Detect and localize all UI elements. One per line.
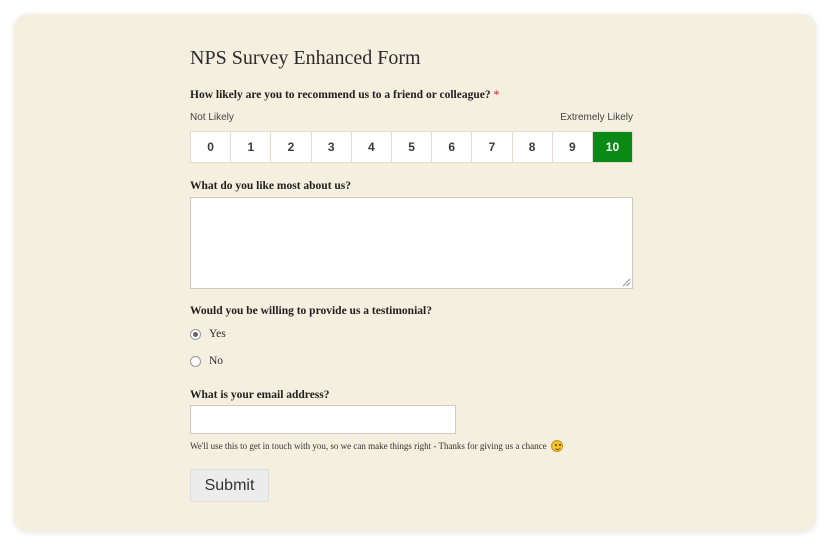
email-field[interactable] [190,405,456,434]
email-label: What is your email address? [190,389,330,401]
nps-option-8[interactable]: 8 [512,132,553,162]
nps-option-6[interactable]: 6 [432,132,473,162]
email-hint: We'll use this to get in touch with you,… [190,440,563,452]
nps-option-5[interactable]: 5 [391,132,433,162]
form-title: NPS Survey Enhanced Form [190,47,421,69]
resize-grip-icon[interactable] [623,279,630,286]
nps-option-1[interactable]: 1 [231,132,272,162]
testimonial-option-no[interactable]: No [190,355,223,367]
email-hint-text: We'll use this to get in touch with you,… [190,441,547,451]
radio-yes[interactable] [190,328,201,340]
form-card: NPS Survey Enhanced Form How likely are … [14,14,816,532]
nps-option-2[interactable]: 2 [271,132,312,162]
testimonial-label: Would you be willing to provide us a tes… [190,305,432,317]
nps-option-7[interactable]: 7 [472,132,513,162]
nps-option-10[interactable]: 10 [592,132,633,162]
radio-no-label: No [209,355,224,367]
nps-question-text: How likely are you to recommend us to a … [190,89,491,101]
nps-option-9[interactable]: 9 [552,132,593,162]
submit-button[interactable]: Submit [190,469,269,502]
required-mark: * [493,89,500,101]
nps-option-3[interactable]: 3 [311,132,352,162]
radio-no[interactable] [190,355,201,367]
nps-scale: 0 1 2 3 4 5 6 7 8 9 10 [190,131,633,163]
radio-yes-label: Yes [209,328,226,340]
nps-high-label: Extremely Likely [560,112,633,123]
nps-option-4[interactable]: 4 [351,132,392,162]
testimonial-option-yes[interactable]: Yes [190,328,226,340]
nps-question-label: How likely are you to recommend us to a … [190,89,499,101]
nps-option-0[interactable]: 0 [191,132,232,162]
like-most-textarea[interactable] [190,197,633,289]
like-most-label: What do you like most about us? [190,180,352,192]
nps-scale-labels: Not Likely Extremely Likely [190,112,633,126]
nps-low-label: Not Likely [190,112,234,123]
smiley-icon [550,440,563,452]
